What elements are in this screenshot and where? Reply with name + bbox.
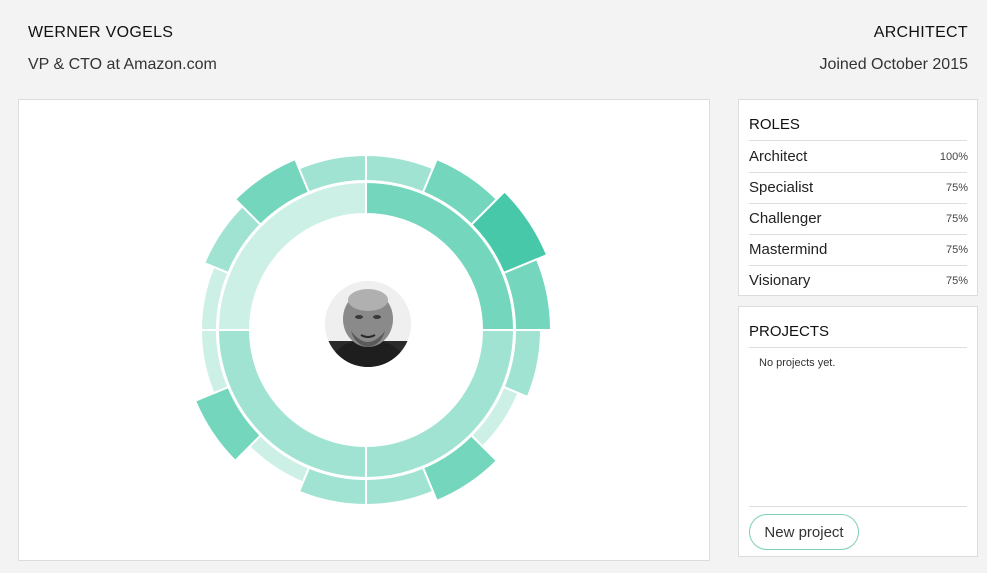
role-name: Specialist (749, 179, 814, 196)
role-row-architect[interactable]: Architect 100% (749, 141, 968, 172)
role-percent: 75% (945, 244, 968, 256)
roles-heading: ROLES (749, 116, 800, 133)
primary-role: ARCHITECT (873, 24, 968, 41)
role-row-challenger[interactable]: Challenger 75% (749, 203, 968, 234)
empty-projects-text: No projects yet. (759, 357, 836, 369)
role-name: Architect (749, 148, 808, 165)
role-wheel-panel (18, 99, 710, 561)
role-percent: 100% (939, 151, 968, 163)
role-name: Visionary (749, 272, 811, 289)
profile-title: VP & CTO at Amazon.com (28, 56, 217, 73)
role-row-specialist[interactable]: Specialist 75% (749, 172, 968, 203)
roles-panel: ROLES Architect 100% Specialist 75% Chal… (738, 99, 978, 296)
role-row-mastermind[interactable]: Mastermind 75% (749, 234, 968, 265)
new-project-button[interactable]: New project (749, 514, 859, 550)
projects-panel: PROJECTS No projects yet. New project (738, 306, 978, 557)
role-percent: 75% (945, 275, 968, 287)
avatar (325, 281, 411, 367)
profile-name: WERNER VOGELS (28, 24, 174, 41)
role-row-visionary[interactable]: Visionary 75% (749, 265, 968, 296)
projects-heading: PROJECTS (749, 323, 830, 340)
divider (749, 506, 967, 507)
divider (749, 347, 967, 348)
role-name: Challenger (749, 210, 822, 227)
role-percent: 75% (945, 213, 968, 225)
joined-date: Joined October 2015 (819, 56, 968, 73)
avatar-photo (325, 281, 411, 367)
role-percent: 75% (945, 182, 968, 194)
role-name: Mastermind (749, 241, 828, 258)
